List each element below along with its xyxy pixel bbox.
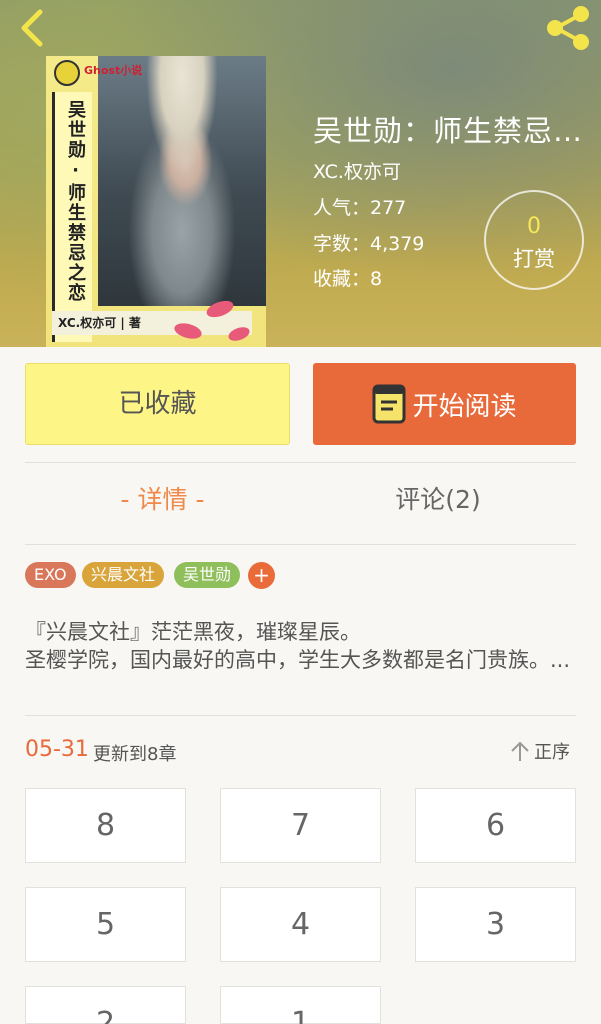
book-synopsis[interactable]: 『兴晨文社』茫茫黑夜，璀璨星辰。 圣樱学院，国内最好的高中，学生大多数都是名门贵… <box>25 618 580 674</box>
sort-order-label: 正序 <box>534 742 570 763</box>
tag-xingchen-wenshe[interactable]: 兴晨文社 <box>82 562 165 588</box>
update-text: 更新到8章 <box>93 744 177 765</box>
chapter-button[interactable]: 4 <box>220 887 381 962</box>
chapter-button[interactable]: 7 <box>220 788 381 863</box>
cover-photo <box>98 56 266 306</box>
cover-logo-text: Ghost小说 <box>84 64 143 77</box>
collect-button[interactable]: 已收藏 <box>25 363 290 445</box>
favorites-stat: 收藏：8 <box>313 268 383 290</box>
book-author[interactable]: XC.权亦可 <box>313 157 401 184</box>
back-arrow-icon <box>21 9 43 47</box>
chapter-button[interactable]: 2 <box>25 986 186 1024</box>
book-cover[interactable]: Ghost小说 吴世勋·师生禁忌之恋 XC.权亦可 | 著 <box>46 56 266 347</box>
tag-exo[interactable]: EXO <box>25 562 76 588</box>
sort-order-button[interactable]: 正序 <box>510 738 570 764</box>
chapter-button[interactable]: 8 <box>25 788 186 863</box>
book-header: Ghost小说 吴世勋·师生禁忌之恋 XC.权亦可 | 著 吴世勋：师生禁忌之.… <box>0 0 601 347</box>
cover-title: 吴世勋·师生禁忌之恋 <box>65 100 86 303</box>
start-reading-button[interactable]: 开始阅读 <box>313 363 576 445</box>
chapter-button[interactable]: 1 <box>220 986 381 1024</box>
update-date: 05-31 <box>25 737 89 762</box>
popularity-stat: 人气：277 <box>313 197 407 219</box>
divider <box>25 715 576 716</box>
divider <box>25 544 576 545</box>
word-count-stat: 字数：4,379 <box>313 233 425 255</box>
back-button[interactable] <box>10 6 54 50</box>
cover-logo-icon <box>54 60 80 86</box>
reward-button[interactable]: 0 打赏 <box>484 190 584 290</box>
arrow-up-icon <box>511 741 529 761</box>
add-tag-button[interactable]: + <box>248 562 275 589</box>
reward-count: 0 <box>527 214 541 239</box>
tab-detail[interactable]: - 详情 - <box>25 480 300 516</box>
tag-wu-shixun[interactable]: 吴世勋 <box>174 562 241 588</box>
reward-label: 打赏 <box>513 247 555 271</box>
chapter-button[interactable]: 3 <box>415 887 576 962</box>
chapter-button[interactable]: 5 <box>25 887 186 962</box>
synopsis-line-1: 『兴晨文社』茫茫黑夜，璀璨星辰。 <box>25 620 361 644</box>
divider <box>25 462 576 463</box>
book-icon <box>372 384 406 424</box>
chapter-button[interactable]: 6 <box>415 788 576 863</box>
book-detail-page: Ghost小说 吴世勋·师生禁忌之恋 XC.权亦可 | 著 吴世勋：师生禁忌之.… <box>0 0 601 1024</box>
share-button[interactable] <box>542 4 594 52</box>
start-reading-label: 开始阅读 <box>412 391 517 422</box>
share-icon <box>547 6 589 50</box>
synopsis-line-2: 圣樱学院，国内最好的高中，学生大多数都是名门贵族。... <box>25 648 571 672</box>
tab-comments[interactable]: 评论(2) <box>300 480 576 516</box>
book-title: 吴世勋：师生禁忌之... <box>313 114 601 148</box>
